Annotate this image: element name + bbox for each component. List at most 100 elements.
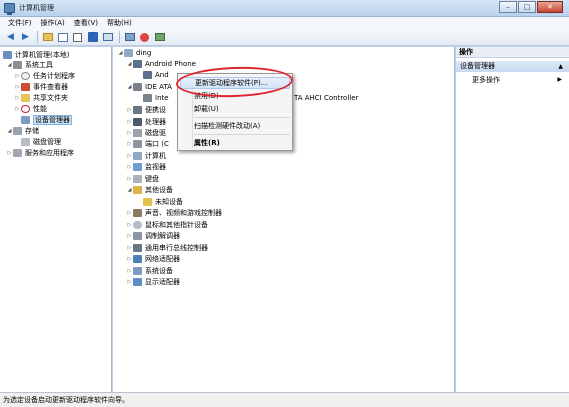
device-node-android-phone[interactable]: ◢ Android Phone [126,59,196,69]
device-node-usb[interactable]: ▷ 通用串行总线控制器 [126,243,208,253]
device-node-system-devices[interactable]: ▷ 系统设备 [126,266,173,276]
status-bar: 为选定设备启动更新驱动程序软件向导。 [0,392,569,407]
expanded-arrow-icon[interactable]: ◢ [6,60,13,70]
context-menu: 更新驱动程序软件(P)... 禁用(D) 卸载(U) 扫描检测硬件改动(A) 属… [177,73,293,151]
collapsed-arrow-icon[interactable]: ▷ [126,139,133,149]
menu-properties[interactable]: 属性(R) [194,138,220,148]
controller-icon [143,94,152,102]
tree-item-system-tools[interactable]: ◢ 系统工具 [6,60,53,70]
menu-scan-hardware[interactable]: 扫描检测硬件改动(A) [194,121,260,131]
tree-item-computer-management[interactable]: 计算机管理(本地) [3,50,69,60]
enable-device-icon[interactable] [153,31,166,43]
actions-header: 操作 [456,47,569,58]
device-node-computer[interactable]: ◢ ding [117,48,151,58]
menu-view[interactable]: 查看(V) [70,17,103,29]
maximize-button[interactable]: □ [518,1,536,13]
tree-item-disk-management[interactable]: 磁盘管理 [21,137,61,147]
collapse-icon[interactable]: ▲ [558,61,563,72]
more-actions-item[interactable]: 更多操作 ▶ [472,75,568,85]
collapsed-arrow-icon[interactable]: ▷ [126,105,133,115]
menu-disable[interactable]: 禁用(D) [194,91,219,101]
tree-item-services-apps[interactable]: ▷ 服务和应用程序 [6,148,74,158]
device-node-sound[interactable]: ▷ 声音、视频和游戏控制器 [126,208,222,218]
performance-icon [21,105,30,113]
device-android-child[interactable]: And [143,70,169,80]
monitor-icon[interactable] [101,31,114,43]
expanded-arrow-icon[interactable]: ◢ [126,82,133,92]
device-node-ports[interactable]: ▷ 端口 (C [126,139,169,149]
window-title: 计算机管理 [19,4,54,12]
expanded-arrow-icon[interactable]: ◢ [6,126,13,136]
device-node-keyboard[interactable]: ▷ 键盘 [126,174,159,184]
submenu-arrow-icon: ▶ [557,76,562,83]
menu-separator [194,134,290,135]
device-node-monitor[interactable]: ▷ 监视器 [126,162,166,172]
toolbar: ◀ ▶ [0,29,569,46]
collapsed-arrow-icon[interactable]: ▷ [14,93,21,103]
properties-icon[interactable] [71,31,84,43]
menu-file[interactable]: 文件(F) [4,17,37,29]
network-adapter-icon [133,255,142,263]
expanded-arrow-icon[interactable]: ◢ [126,185,133,195]
tree-item-task-scheduler[interactable]: ▷ 任务计划程序 [14,71,75,81]
device-node-other-devices[interactable]: ◢ 其他设备 [126,185,173,195]
collapsed-arrow-icon[interactable]: ▷ [126,162,133,172]
tree-item-device-manager[interactable]: 设备管理器 [21,115,72,125]
collapsed-arrow-icon[interactable]: ▷ [126,243,133,253]
collapsed-arrow-icon[interactable]: ▷ [14,71,21,81]
close-button[interactable]: ✕ [537,1,563,13]
device-node-ide-ata[interactable]: ◢ IDE ATA [126,82,172,92]
help-icon[interactable] [86,31,99,43]
collapsed-arrow-icon[interactable]: ▷ [126,208,133,218]
device-node-modem[interactable]: ▷ 调制解调器 [126,231,180,241]
menu-bar: 文件(F) 操作(A) 查看(V) 帮助(H) [0,17,569,29]
collapsed-arrow-icon[interactable]: ▷ [126,117,133,127]
device-ide-controller[interactable]: Inte [143,93,169,103]
device-node-disk-drive[interactable]: ▷ 磁盘驱 [126,128,166,138]
up-folder-icon[interactable] [41,31,54,43]
menu-uninstall[interactable]: 卸载(U) [194,104,219,114]
device-manager-icon [21,116,30,124]
minimize-button[interactable]: – [499,1,517,13]
usb-icon [133,244,142,252]
actions-pane: 操作 设备管理器 ▲ 更多操作 ▶ [456,47,569,392]
tree-item-performance[interactable]: ▷ 性能 [14,104,47,114]
computer-icon [124,49,133,57]
collapsed-arrow-icon[interactable]: ▷ [126,220,133,230]
expanded-arrow-icon[interactable]: ◢ [117,48,124,58]
console-tree-icon[interactable] [56,31,69,43]
device-unknown-device[interactable]: 未知设备 [143,197,183,207]
menu-help[interactable]: 帮助(H) [103,17,137,29]
actions-section-device-manager[interactable]: 设备管理器 ▲ [456,61,569,72]
collapsed-arrow-icon[interactable]: ▷ [126,231,133,241]
device-node-computer-category[interactable]: ▷ 计算机 [126,151,166,161]
forward-icon[interactable]: ▶ [19,31,32,43]
device-node-display[interactable]: ▷ 显示适配器 [126,277,180,287]
collapsed-arrow-icon[interactable]: ▷ [126,277,133,287]
device-node-mouse[interactable]: ▷ 鼠标和其他指针设备 [126,220,208,230]
shared-folder-icon [21,94,30,102]
collapsed-arrow-icon[interactable]: ▷ [126,174,133,184]
collapsed-arrow-icon[interactable]: ▷ [126,266,133,276]
tree-item-shared-folders[interactable]: ▷ 共享文件夹 [14,93,68,103]
collapsed-arrow-icon[interactable]: ▷ [126,254,133,264]
collapsed-arrow-icon[interactable]: ▷ [6,148,13,158]
collapsed-arrow-icon[interactable]: ▷ [126,151,133,161]
device-node-portable[interactable]: ▷ 便携设 [126,105,166,115]
modem-icon [133,232,142,240]
collapsed-arrow-icon[interactable]: ▷ [126,128,133,138]
collapsed-arrow-icon[interactable]: ▷ [14,104,21,114]
tree-item-storage[interactable]: ◢ 存储 [6,126,39,136]
speaker-icon [133,209,142,217]
back-icon[interactable]: ◀ [4,31,17,43]
device-node-processor[interactable]: ▷ 处理器 [126,117,166,127]
processor-icon [133,118,142,126]
scan-hardware-icon[interactable] [123,31,136,43]
menu-action[interactable]: 操作(A) [37,17,70,29]
menu-update-driver[interactable]: 更新驱动程序软件(P)... [180,77,290,89]
uninstall-icon[interactable] [138,31,151,43]
expanded-arrow-icon[interactable]: ◢ [126,59,133,69]
collapsed-arrow-icon[interactable]: ▷ [14,82,21,92]
tree-item-event-viewer[interactable]: ▷ 事件查看器 [14,82,68,92]
device-node-network[interactable]: ▷ 网络适配器 [126,254,180,264]
